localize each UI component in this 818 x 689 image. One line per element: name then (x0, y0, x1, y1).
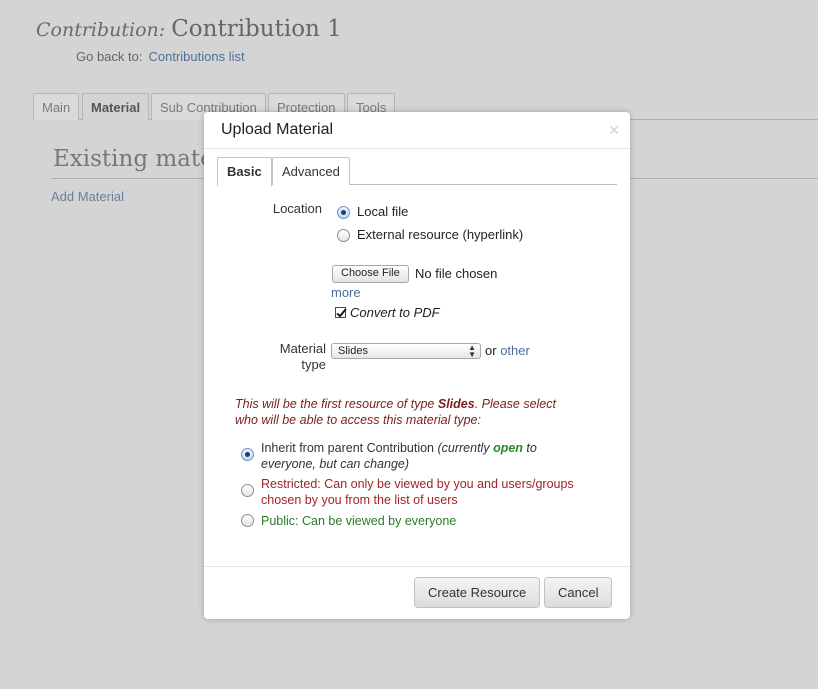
cancel-button[interactable]: Cancel (544, 577, 613, 608)
dialog-title: Upload Material (221, 121, 334, 138)
inherit-paren-open: (currently (437, 441, 494, 455)
first-resource-warning: This will be the first resource of type … (235, 396, 595, 428)
or-text: or (485, 343, 497, 358)
material-type-label-line1: Material (279, 341, 326, 356)
warning-suffix: . Please select (474, 397, 556, 411)
inherit-access-radio[interactable] (241, 448, 254, 461)
page-title: Contribution 1 (171, 16, 342, 42)
inherit-main: Inherit from parent Contribution (261, 441, 438, 455)
restricted-line1: Restricted: Can only be viewed by you an… (261, 477, 574, 491)
tab-basic[interactable]: Basic (217, 157, 272, 186)
file-status: No file chosen (415, 266, 498, 281)
tab-main[interactable]: Main (33, 93, 80, 120)
upload-material-dialog: Upload Material ✕ Basic Advanced Locatio… (204, 112, 630, 619)
page-heading: Contribution: Contribution 1 (36, 16, 342, 42)
convert-to-pdf-checkbox[interactable] (335, 307, 346, 318)
warning-line2: who will be able to access this material… (235, 413, 481, 427)
local-file-radio[interactable] (337, 206, 350, 219)
choose-file-button[interactable]: Choose File (332, 265, 409, 283)
go-back-row: Go back to: Contributions list (76, 49, 245, 64)
more-link[interactable]: more (331, 285, 361, 301)
material-type-select[interactable]: Slides ▲ ▼ (331, 343, 481, 359)
local-file-label[interactable]: Local file (357, 204, 408, 220)
select-arrows-icon: ▲ ▼ (468, 343, 476, 359)
location-label: Location (272, 201, 322, 216)
public-access-radio[interactable] (241, 514, 254, 527)
add-material-link[interactable]: Add Material (51, 189, 124, 204)
external-resource-label[interactable]: External resource (hyperlink) (357, 227, 523, 243)
material-type-label: Material type (244, 341, 326, 373)
material-type-value: Slides (338, 345, 368, 357)
tab-advanced[interactable]: Advanced (272, 157, 350, 185)
public-access-label[interactable]: Public: Can be viewed by everyone (261, 513, 456, 529)
inherit-access-label[interactable]: Inherit from parent Contribution (curren… (261, 440, 591, 472)
contribution-label: Contribution: (36, 19, 166, 41)
go-back-label: Go back to: (76, 49, 143, 64)
external-resource-radio[interactable] (337, 229, 350, 242)
close-icon[interactable]: ✕ (608, 122, 620, 139)
inherit-status: open (493, 441, 523, 455)
create-resource-button[interactable]: Create Resource (414, 577, 541, 608)
other-link[interactable]: other (500, 343, 530, 358)
restricted-line2: chosen by you from the list of users (261, 493, 458, 507)
tab-material[interactable]: Material (82, 93, 150, 121)
restricted-access-radio[interactable] (241, 484, 254, 497)
contributions-list-link[interactable]: Contributions list (148, 49, 244, 64)
dialog-footer (204, 566, 630, 567)
restricted-access-label[interactable]: Restricted: Can only be viewed by you an… (261, 476, 611, 508)
convert-to-pdf-label[interactable]: Convert to PDF (350, 305, 440, 321)
dialog-tabs: Basic Advanced (217, 157, 617, 186)
material-type-label-line2: type (301, 357, 326, 372)
or-other-row: or other (485, 343, 530, 359)
warning-prefix: This will be the first resource of type (235, 397, 438, 411)
dialog-header: Upload Material ✕ (204, 112, 630, 149)
warning-type: Slides (437, 397, 475, 411)
inherit-paren-rest: to (522, 441, 537, 455)
inherit-line2: everyone, but can change) (261, 457, 410, 471)
